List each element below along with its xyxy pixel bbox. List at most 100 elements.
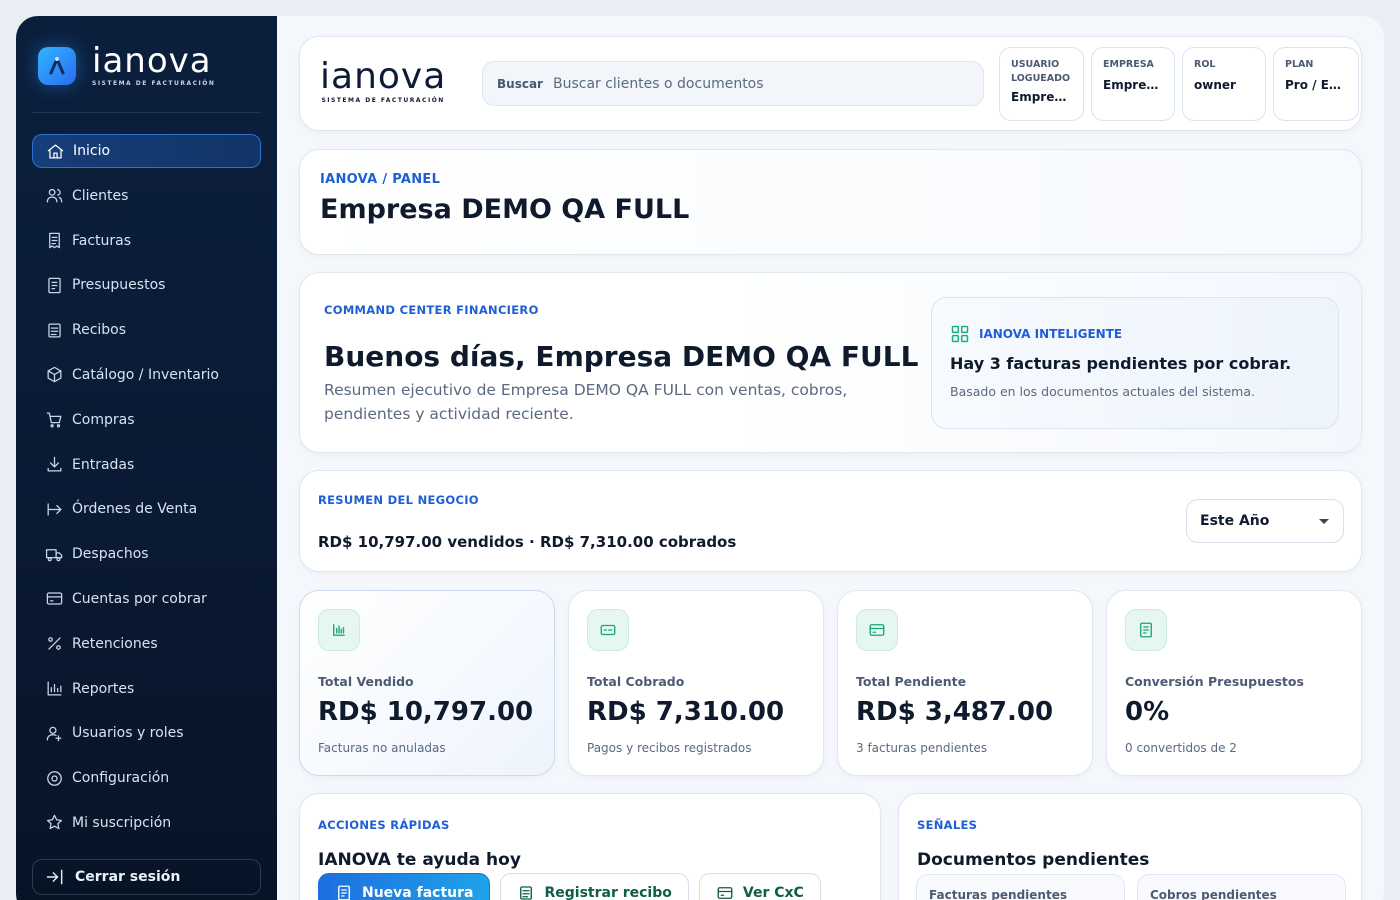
main-content: ianova SISTEMA DE FACTURACIÓN Buscar USU… xyxy=(277,16,1384,900)
bar-chart-icon xyxy=(318,609,360,651)
metric-value: RD$ 10,797.00 xyxy=(318,697,534,727)
logout-label: Cerrar sesión xyxy=(75,869,181,885)
sidebar-item-label: Inicio xyxy=(73,143,111,159)
topbar-logo[interactable]: ianova SISTEMA DE FACTURACIÓN xyxy=(320,56,447,105)
box-icon xyxy=(44,365,64,385)
sidebar-item-configuracion[interactable]: Configuración xyxy=(32,761,261,795)
company-chip-key: EMPRESA xyxy=(1103,59,1154,70)
sidebar-item-reportes[interactable]: Reportes xyxy=(32,672,261,706)
document-icon xyxy=(520,886,533,900)
sidebar-item-label: Órdenes de Venta xyxy=(72,501,198,518)
signals-eyebrow: SEÑALES xyxy=(917,818,978,832)
view-cxc-label: Ver CxC xyxy=(742,885,804,900)
sidebar-item-cuentas-por-cobrar[interactable]: Cuentas por cobrar xyxy=(32,582,261,616)
sidebar-item-label: Mi suscripción xyxy=(72,814,172,831)
metric-card-total-vendido[interactable]: Total Vendido RD$ 10,797.00 Facturas no … xyxy=(299,590,555,776)
sidebar-item-label: Recibos xyxy=(72,322,127,339)
sidebar-item-label: Retenciones xyxy=(72,635,158,652)
sidebar: ianova SISTEMA DE FACTURACIÓN Inicio Cli… xyxy=(16,16,277,900)
ai-subtitle: Basado en los documentos actuales del si… xyxy=(950,384,1255,399)
user-chip[interactable]: USUARIO LOGUEADO Empres... xyxy=(999,47,1084,121)
metric-value: 0% xyxy=(1125,697,1170,727)
sidebar-item-label: Configuración xyxy=(72,770,170,787)
credit-card-icon xyxy=(856,609,898,651)
sidebar-item-ordenes-venta[interactable]: Órdenes de Venta xyxy=(32,492,261,526)
sidebar-item-label: Facturas xyxy=(72,232,132,249)
sidebar-item-inicio[interactable]: Inicio xyxy=(32,134,261,168)
topbar-brand-name: ianova xyxy=(320,56,447,97)
pending-collections-box[interactable]: Cobros pendientes xyxy=(1137,874,1346,900)
sidebar-item-despachos[interactable]: Despachos xyxy=(32,537,261,571)
panel-header: IANOVA / PANEL Empresa DEMO QA FULL xyxy=(299,149,1362,255)
role-chip-key: ROL xyxy=(1194,59,1216,70)
sidebar-item-entradas[interactable]: Entradas xyxy=(32,448,261,482)
register-receipt-label: Registrar recibo xyxy=(544,885,672,900)
topbar-brand-tagline: SISTEMA DE FACTURACIÓN xyxy=(321,97,445,104)
brand-tagline: SISTEMA DE FACTURACIÓN xyxy=(92,80,216,87)
chevron-down-icon xyxy=(1319,519,1329,524)
period-select-value: Este Año xyxy=(1200,513,1270,529)
hero-description: Resumen ejecutivo de Empresa DEMO QA FUL… xyxy=(324,381,848,423)
actions-eyebrow: ACCIONES RÁPIDAS xyxy=(318,818,450,832)
sidebar-item-label: Entradas xyxy=(72,456,135,473)
sidebar-item-label: Catálogo / Inventario xyxy=(72,366,219,383)
percent-icon xyxy=(44,634,64,654)
pending-invoices-box[interactable]: Facturas pendientes xyxy=(916,874,1125,900)
sidebar-item-suscripcion[interactable]: Mi suscripción xyxy=(32,806,261,840)
truck-icon xyxy=(44,544,64,564)
brand-logo-icon xyxy=(38,46,76,85)
ai-title: Hay 3 facturas pendientes por cobrar. xyxy=(950,354,1292,373)
sidebar-item-label: Presupuestos xyxy=(72,277,166,294)
sidebar-item-label: Reportes xyxy=(72,680,135,697)
business-summary-card: RESUMEN DEL NEGOCIO RD$ 10,797.00 vendid… xyxy=(299,470,1362,572)
period-select[interactable]: Este Año xyxy=(1186,499,1344,543)
metric-card-total-cobrado[interactable]: Total Cobrado RD$ 7,310.00 Pagos y recib… xyxy=(568,590,824,776)
plan-chip-value: Pro / Em... xyxy=(1285,78,1347,92)
user-gear-icon xyxy=(44,723,64,743)
sidebar-item-recibos[interactable]: Recibos xyxy=(32,313,261,347)
metric-card-conversion[interactable]: Conversión Presupuestos 0% 0 convertidos… xyxy=(1106,590,1362,776)
sidebar-item-usuarios-roles[interactable]: Usuarios y roles xyxy=(32,716,261,750)
ai-insight-card[interactable]: IANOVA INTELIGENTE Hay 3 facturas pendie… xyxy=(931,297,1339,429)
command-center-card: COMMAND CENTER FINANCIERO Buenos días, E… xyxy=(299,272,1362,453)
new-invoice-label: Nueva factura xyxy=(362,885,474,900)
hero-eyebrow: COMMAND CENTER FINANCIERO xyxy=(324,303,539,317)
new-invoice-button[interactable]: Nueva factura xyxy=(318,873,491,900)
sidebar-item-retenciones[interactable]: Retenciones xyxy=(32,627,261,661)
sidebar-item-presupuestos[interactable]: Presupuestos xyxy=(32,268,261,302)
role-chip-value: owner xyxy=(1194,78,1236,92)
grid-icon xyxy=(951,325,969,343)
credit-card-icon xyxy=(44,589,64,609)
actions-title: IANOVA te ayuda hoy xyxy=(318,850,521,870)
brand[interactable]: ianova SISTEMA DE FACTURACIÓN xyxy=(38,44,215,87)
download-icon xyxy=(44,455,64,475)
sidebar-item-facturas[interactable]: Facturas xyxy=(32,224,261,258)
metric-card-total-pendiente[interactable]: Total Pendiente RD$ 3,487.00 3 facturas … xyxy=(837,590,1093,776)
breadcrumb: IANOVA / PANEL xyxy=(320,172,441,187)
metric-note: Facturas no anuladas xyxy=(318,741,446,755)
topbar: ianova SISTEMA DE FACTURACIÓN Buscar USU… xyxy=(299,36,1362,131)
company-chip[interactable]: EMPRESA Empres... xyxy=(1091,47,1175,121)
search-input[interactable] xyxy=(552,75,983,92)
view-cxc-button[interactable]: Ver CxC xyxy=(698,873,821,900)
role-chip[interactable]: ROL owner xyxy=(1182,47,1266,121)
home-icon xyxy=(45,141,65,161)
metric-label: Total Vendido xyxy=(318,674,414,689)
sidebar-item-clientes[interactable]: Clientes xyxy=(32,179,261,213)
user-chip-key: USUARIO LOGUEADO xyxy=(1011,59,1071,84)
metric-note: 3 facturas pendientes xyxy=(856,741,988,755)
metric-value: RD$ 7,310.00 xyxy=(587,697,785,727)
sidebar-item-compras[interactable]: Compras xyxy=(32,403,261,437)
logout-button[interactable]: Cerrar sesión xyxy=(32,859,261,895)
invoice-icon xyxy=(338,885,350,900)
settings-icon xyxy=(44,768,64,788)
summary-line: RD$ 10,797.00 vendidos · RD$ 7,310.00 co… xyxy=(318,533,737,551)
plan-chip[interactable]: PLAN Pro / Em... xyxy=(1273,47,1359,121)
metric-label: Total Pendiente xyxy=(856,674,967,689)
sidebar-item-label: Despachos xyxy=(72,546,149,563)
sidebar-item-catalogo[interactable]: Catálogo / Inventario xyxy=(32,358,261,392)
sidebar-item-label: Compras xyxy=(72,411,135,428)
company-chip-value: Empres... xyxy=(1103,78,1163,92)
register-receipt-button[interactable]: Registrar recibo xyxy=(500,873,689,900)
brand-name: ianova xyxy=(92,41,212,81)
